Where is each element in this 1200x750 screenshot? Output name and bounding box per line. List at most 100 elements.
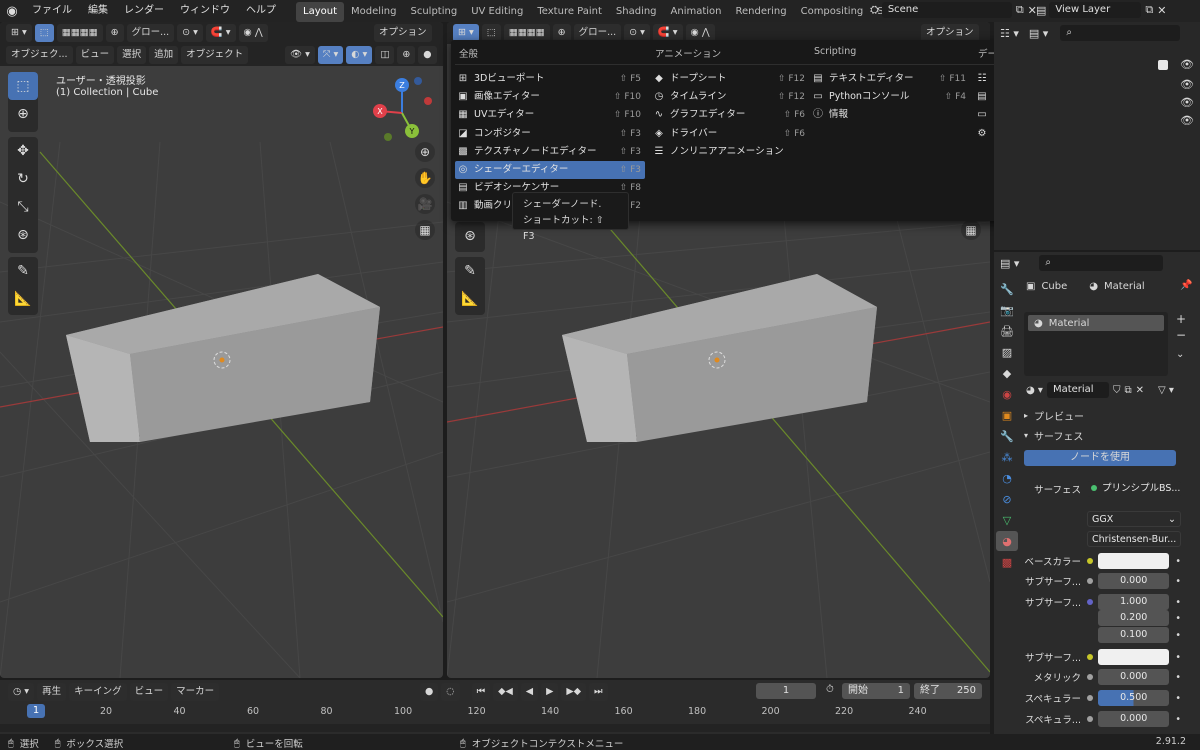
eye-icon[interactable]: 👁 [1180, 78, 1194, 91]
playhead[interactable]: 1 [27, 704, 45, 718]
keyframe-dot-icon[interactable]: • [1175, 693, 1181, 704]
socket-dot-icon[interactable] [1087, 695, 1093, 701]
material-slot-list[interactable]: ◕ Material [1024, 312, 1168, 376]
keyframe-dot-icon[interactable]: • [1175, 672, 1181, 683]
tab-animation[interactable]: Animation [664, 2, 729, 22]
world-tab-icon[interactable]: ◉ [996, 384, 1018, 404]
sss-method-dropdown[interactable]: Christensen-Bur... [1087, 531, 1181, 547]
duplicate-icon[interactable]: ⧉ [1124, 385, 1131, 396]
perspective-grid-icon-right[interactable]: ▦ [961, 220, 981, 240]
editor-menu-item-animation[interactable]: ◈ ドライバー ⇧ F6 [651, 125, 809, 143]
measure-tool[interactable]: 📐 [8, 285, 38, 313]
jump-end-icon[interactable]: ⏭ [589, 683, 608, 701]
editor-menu-item-scripting[interactable]: ▤ テキストエディター ⇧ F11 [810, 70, 970, 88]
editor-menu-item-animation[interactable]: ◆ ドープシート ⇧ F12 [651, 70, 809, 88]
zoom-icon[interactable]: ⊕ [415, 142, 435, 162]
eye-icon[interactable]: 👁 [1180, 58, 1194, 71]
scene-tab-icon[interactable]: ◆ [996, 363, 1018, 383]
eye-icon[interactable]: 👁 [1180, 96, 1194, 109]
surface-shader-field[interactable]: プリンシプルBS... [1087, 481, 1181, 497]
pivot-icon[interactable]: ⊙ ▾ [177, 24, 203, 42]
shader-input-value[interactable]: 0.000 [1098, 669, 1170, 685]
select-box-tool[interactable]: ⬚ [8, 72, 38, 100]
fake-user-icon[interactable]: ⛉ [1113, 385, 1121, 396]
annotate-tool[interactable]: ✎ [8, 257, 38, 285]
output-tab-icon[interactable]: 🖨 [996, 321, 1018, 341]
outliner-search-input[interactable]: ⌕ [1060, 25, 1181, 41]
tab-modeling[interactable]: Modeling [344, 2, 404, 22]
camera-icon[interactable]: 🎥 [415, 194, 435, 214]
tab-sculpting[interactable]: Sculpting [404, 2, 465, 22]
editor-menu-item-scripting[interactable]: ▭ Pythonコンソール ⇧ F4 [810, 88, 970, 106]
perspective-grid-icon[interactable]: ▦ [415, 220, 435, 240]
pan-hand-icon[interactable]: ✋ [415, 168, 435, 188]
node-link-icon[interactable]: ▽ ▾ [1158, 385, 1174, 396]
socket-dot-icon[interactable] [1087, 716, 1093, 722]
shader-input-value[interactable]: 0.000 [1098, 573, 1170, 589]
menu-window[interactable]: ウィンドウ [172, 0, 238, 22]
visibility-icon[interactable]: 👁 ▾ [285, 46, 315, 64]
menu-object[interactable]: オブジェクト [181, 46, 249, 64]
transform-orientation-icon[interactable]: ⊕ [105, 24, 124, 42]
keyframe-dot-icon[interactable]: • [1175, 652, 1181, 663]
socket-dot-icon[interactable] [1087, 599, 1093, 605]
shader-input-value[interactable]: 0.500 [1098, 690, 1170, 706]
material-browse-icon[interactable]: ◕ ▾ [1026, 385, 1043, 396]
menu-render[interactable]: レンダー [116, 0, 172, 22]
snap-icon[interactable]: 🧲 ▾ [205, 24, 236, 42]
next-key-icon[interactable]: ▶◆ [561, 683, 587, 701]
prev-key-icon[interactable]: ◆◀ [493, 683, 518, 701]
xray-icon[interactable]: ◫ [375, 46, 395, 64]
remove-slot-icon[interactable]: − [1176, 328, 1186, 342]
editor-menu-item-general[interactable]: ◪ コンポジター ⇧ F3 [455, 125, 645, 143]
keyframe-dot-icon[interactable]: • [1175, 613, 1181, 624]
editor-menu-item-general[interactable]: ⊞ 3Dビューポート ⇧ F5 [455, 70, 645, 88]
eye-icon[interactable]: 👁 [1180, 114, 1194, 127]
editor-type-button[interactable]: ⊞ ▾ [6, 24, 32, 42]
editor-menu-item-animation[interactable]: ☰ ノンリニアアニメーション [651, 143, 809, 161]
shader-input-value[interactable]: 0.100 [1098, 627, 1170, 643]
shader-input-value[interactable]: 0.000 [1098, 711, 1170, 727]
menu-view[interactable]: ビュー [75, 46, 115, 64]
solid-shading-icon[interactable]: ● [418, 46, 437, 64]
wireframe-shading-icon[interactable]: ⊕ [397, 46, 416, 64]
tool-tab-icon[interactable]: 🔧 [996, 279, 1018, 299]
socket-dot-icon[interactable] [1087, 558, 1093, 564]
timeline-menu-view[interactable]: ビュー [129, 683, 169, 701]
keyframe-dot-icon[interactable]: • [1175, 630, 1181, 641]
tab-compositing[interactable]: Compositing [794, 2, 871, 22]
editor-menu-item-general[interactable]: ▩ テクスチャノードエディター ⇧ F3 [455, 143, 645, 161]
pin-icon[interactable]: 📌 [1180, 280, 1192, 291]
properties-editor-icon[interactable]: ▤ ▾ [1000, 257, 1019, 270]
surface-panel-header[interactable]: サーフェス [1034, 428, 1083, 443]
menu-add[interactable]: 追加 [149, 46, 179, 64]
navigation-gizmo[interactable]: Z X Y [370, 77, 436, 147]
socket-dot-icon[interactable] [1087, 674, 1093, 680]
measure-tool-right[interactable]: 📐 [455, 285, 485, 313]
preview-panel-header[interactable]: プレビュー [1034, 408, 1084, 423]
jump-start-icon[interactable]: ⏮ [471, 683, 491, 701]
tab-layout[interactable]: Layout [296, 1, 344, 22]
shader-input-value[interactable] [1098, 649, 1170, 665]
rotate-tool[interactable]: ↻ [8, 165, 38, 193]
particles-tab-icon[interactable]: ⁂ [996, 447, 1018, 467]
constraints-tab-icon[interactable]: ⊘ [996, 489, 1018, 509]
outliner-editor-icon[interactable]: ☷ ▾ [1000, 27, 1019, 40]
transform-orientation-dropdown[interactable]: グロー... [126, 24, 175, 42]
material-tab-icon[interactable]: ◕ [996, 531, 1018, 551]
editor-menu-item-general[interactable]: ▦ UVエディター ⇧ F10 [455, 106, 645, 124]
scene-icon[interactable]: ⛭ [870, 3, 879, 17]
editor-menu-item-scripting[interactable]: ⓘ 情報 [810, 106, 970, 124]
move-tool[interactable]: ✥ [8, 137, 38, 165]
exclude-checkbox[interactable] [1158, 60, 1168, 70]
timeline-menu-keying[interactable]: キーイング [69, 683, 127, 701]
view-layer-tab-icon[interactable]: ▨ [996, 342, 1018, 362]
left-3d-viewport[interactable]: ⊞ ▾ ⬚ ▦▦▦▦ ⊕ グロー... ⊙ ▾ 🧲 ▾ ◉ ⋀ オプション オブ… [0, 22, 443, 678]
editor-menu-item-animation[interactable]: ◷ タイムライン ⇧ F12 [651, 88, 809, 106]
data-tab-icon[interactable]: ▽ [996, 510, 1018, 530]
view-layer-field[interactable]: View Layer [1049, 2, 1142, 18]
blender-logo-icon[interactable]: ◉ [0, 4, 24, 19]
outliner-filter-icon[interactable]: ▤ ▾ [1029, 27, 1048, 40]
physics-tab-icon[interactable]: ◔ [996, 468, 1018, 488]
keyframe-dot-icon[interactable]: • [1175, 597, 1181, 608]
